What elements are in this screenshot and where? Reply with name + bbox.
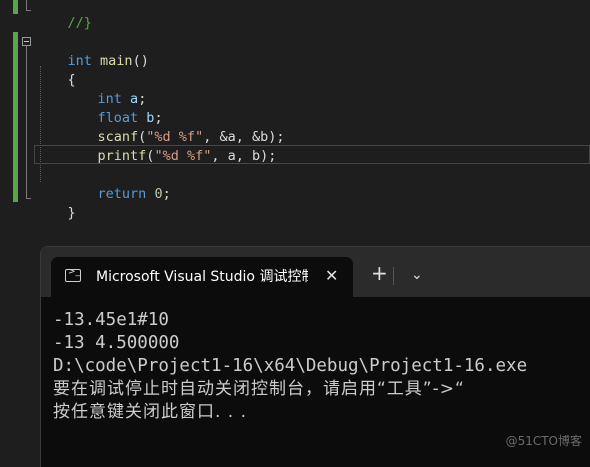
terminal-titlebar[interactable]: >_ Microsoft Visual Studio 调试控制台 ✕ + ⌄	[41, 247, 590, 297]
code-line: return 0;	[65, 166, 171, 202]
code-line: int main()	[35, 33, 149, 69]
punctuation: }	[67, 205, 76, 221]
change-indicator	[13, 32, 18, 202]
code-line: //}	[35, 0, 92, 31]
punctuation: ()	[132, 53, 149, 69]
tab-debug-console[interactable]: >_ Microsoft Visual Studio 调试控制台 ✕	[51, 257, 353, 297]
keyword: return	[97, 186, 147, 202]
output-line: 按任意键关闭此窗口. . .	[53, 402, 248, 422]
code-line: int a;	[65, 71, 147, 107]
code-line: }	[35, 185, 76, 221]
chevron-down-icon[interactable]: ⌄	[411, 265, 423, 285]
new-tab-button[interactable]: +	[371, 263, 388, 283]
tab-title: Microsoft Visual Studio 调试控制台	[96, 269, 308, 285]
output-line: 要在调试停止时自动关闭控制台，请启用“工具”->“	[53, 379, 465, 399]
fold-line	[26, 46, 27, 198]
comment-text: //}	[67, 15, 92, 31]
collapse-icon[interactable]	[22, 37, 31, 46]
arguments: , a, b);	[211, 148, 277, 164]
fold-end	[26, 198, 31, 199]
code-line: {	[35, 52, 76, 88]
fold-line	[26, 0, 27, 10]
close-icon[interactable]: ✕	[325, 266, 338, 286]
number-literal: 0	[154, 186, 163, 202]
output-line: -13 4.500000	[53, 333, 180, 353]
string-literal: "%d %f"	[154, 148, 212, 164]
fold-end	[26, 10, 31, 11]
code-line: printf("%d %f", a, b);	[65, 128, 277, 164]
terminal-icon: >_	[65, 267, 81, 282]
function-name: main	[100, 53, 133, 69]
punctuation: ;	[162, 186, 171, 202]
output-line: -13.45e1#10	[53, 310, 169, 330]
output-line: D:\code\Project1-16\x64\Debug\Project1-1…	[53, 356, 528, 376]
function-name: printf	[97, 148, 147, 164]
code-line: float b;	[65, 90, 163, 126]
code-line: scanf("%d %f", &a, &b);	[65, 109, 285, 145]
divider	[393, 267, 394, 285]
code-editor[interactable]: //} int main() { int a; float b; scanf("…	[0, 0, 590, 236]
watermark: @51CTO博客	[505, 434, 582, 448]
change-indicator	[13, 0, 18, 14]
